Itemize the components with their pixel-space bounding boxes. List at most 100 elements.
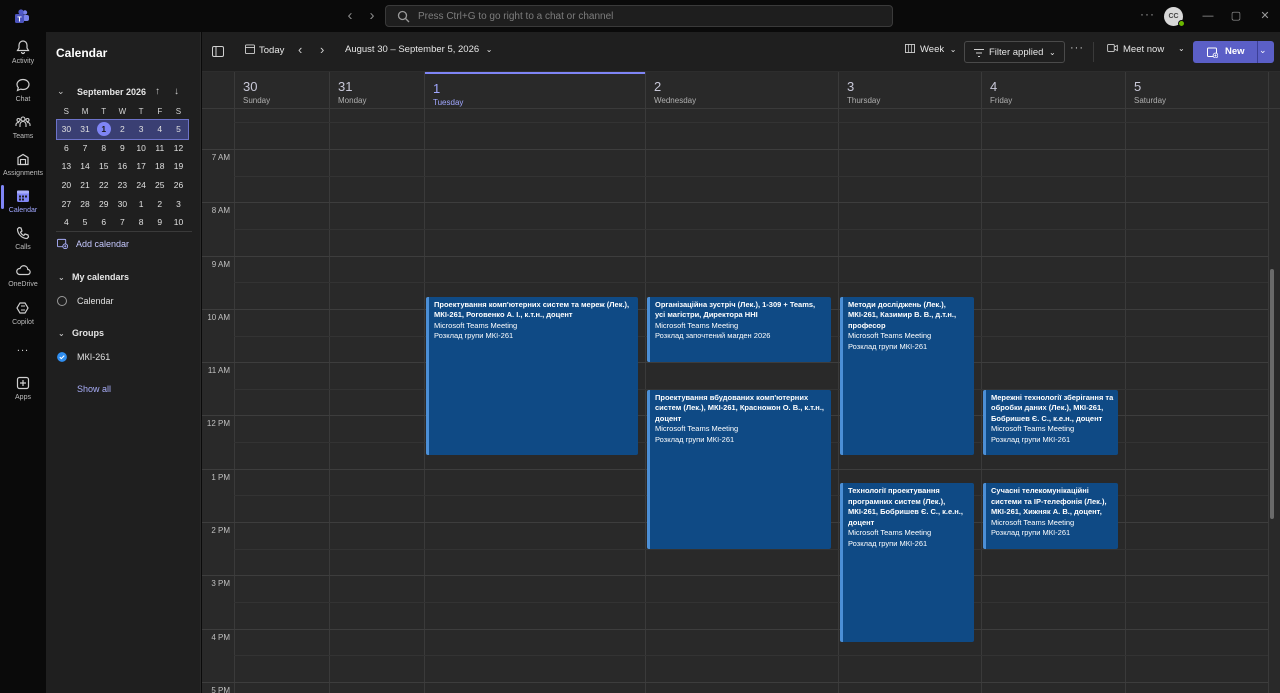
add-calendar-button[interactable]: Add calendar	[57, 238, 129, 250]
mini-day[interactable]: 27	[57, 195, 76, 214]
next-month-arrow-icon[interactable]: ↓	[174, 86, 179, 97]
mini-day[interactable]: 21	[76, 176, 95, 195]
mini-day[interactable]: 7	[76, 139, 95, 158]
mini-day[interactable]: 24	[132, 176, 151, 195]
mini-day[interactable]: 14	[76, 157, 95, 176]
date-range-picker[interactable]: August 30 – September 5, 2026 ⌄	[345, 44, 493, 55]
chevron-down-icon[interactable]: ⌄	[1259, 45, 1267, 56]
more-options-button[interactable]: ···	[1070, 42, 1084, 54]
mini-day[interactable]: 29	[94, 195, 113, 214]
groups-section[interactable]: ⌄ Groups	[58, 328, 104, 338]
mini-day[interactable]: 6	[57, 139, 76, 158]
rail-item-activity[interactable]: Activity	[0, 36, 46, 72]
collapse-chevron-icon[interactable]: ⌄	[57, 86, 65, 97]
forward-arrow-icon[interactable]: ›	[365, 7, 379, 25]
mini-day[interactable]: 19	[169, 157, 188, 176]
rail-item-apps[interactable]: Apps	[0, 372, 46, 408]
mini-day[interactable]: 23	[113, 176, 132, 195]
vertical-scrollbar[interactable]	[1270, 269, 1274, 519]
mini-day[interactable]: 1	[132, 195, 151, 214]
check-circle-icon[interactable]	[57, 352, 67, 362]
mini-day[interactable]: 18	[150, 157, 169, 176]
rail-item-copilot[interactable]: Copilot	[0, 297, 46, 333]
mini-day[interactable]: 13	[57, 157, 76, 176]
new-button-main[interactable]: New	[1193, 41, 1257, 63]
today-button[interactable]: Today	[245, 44, 284, 56]
mini-day[interactable]: 4	[150, 120, 169, 139]
next-week-arrow-icon[interactable]: ›	[320, 42, 324, 57]
view-switcher[interactable]: Week ⌄	[905, 44, 956, 55]
back-arrow-icon[interactable]: ‹	[343, 7, 357, 25]
meet-now-button[interactable]: Meet now	[1107, 44, 1164, 55]
mini-month-label[interactable]: September 2026	[77, 87, 146, 97]
close-icon[interactable]: ✕	[1257, 8, 1273, 24]
new-meeting-button[interactable]: New ⌄	[1193, 41, 1274, 63]
mini-day[interactable]: 17	[132, 157, 151, 176]
settings-more-icon[interactable]: ···	[1140, 7, 1155, 21]
show-all-link[interactable]: Show all	[77, 384, 111, 394]
calendar-item[interactable]: Calendar	[77, 296, 114, 306]
mini-day[interactable]: 12	[169, 139, 188, 158]
mini-day[interactable]: 10	[169, 213, 188, 232]
rail-item-calendar[interactable]: Calendar	[0, 185, 46, 221]
mini-day[interactable]: 3	[132, 120, 151, 139]
avatar[interactable]: CC	[1164, 7, 1185, 27]
mini-day[interactable]: 30	[57, 120, 76, 139]
mini-day[interactable]: 4	[57, 213, 76, 232]
calendar-event[interactable]: Проектування комп'ютерних систем та мере…	[426, 296, 638, 456]
mini-day[interactable]: 11	[150, 139, 169, 158]
calendar-event[interactable]: Мережні технології зберігання та обробки…	[983, 389, 1118, 456]
rail-item-onedrive[interactable]: OneDrive	[0, 259, 46, 295]
calendar-event[interactable]: Технології проектування програмних систе…	[840, 483, 974, 642]
maximize-icon[interactable]: ▢	[1228, 8, 1244, 24]
mini-day[interactable]: 6	[94, 213, 113, 232]
mini-day[interactable]: 16	[113, 157, 132, 176]
mini-day[interactable]: 10	[132, 139, 151, 158]
mini-day-today[interactable]: 1	[94, 120, 113, 139]
meet-now-dropdown-chevron-icon[interactable]: ⌄	[1178, 44, 1185, 53]
mini-day[interactable]: 5	[76, 213, 95, 232]
rail-item-calls[interactable]: Calls	[0, 222, 46, 258]
day-header[interactable]: 4 Friday	[981, 72, 1125, 109]
calendar-toggle-icon[interactable]	[57, 296, 67, 306]
rail-more-button[interactable]: ...	[0, 338, 46, 358]
rail-item-chat[interactable]: Chat	[0, 74, 46, 110]
minimize-icon[interactable]: —	[1200, 8, 1216, 24]
day-header[interactable]: 5 Saturday	[1125, 72, 1268, 109]
mini-day[interactable]: 20	[57, 176, 76, 195]
prev-week-arrow-icon[interactable]: ‹	[298, 42, 302, 57]
my-calendars-section[interactable]: ⌄ My calendars	[58, 272, 129, 282]
mini-day[interactable]: 22	[94, 176, 113, 195]
day-header-today[interactable]: 1 Tuesday	[424, 72, 645, 109]
filter-button[interactable]: Filter applied ⌄	[964, 41, 1065, 63]
mini-day[interactable]: 3	[169, 195, 188, 214]
search-input[interactable]	[418, 7, 878, 25]
mini-day[interactable]: 7	[113, 213, 132, 232]
day-header[interactable]: 2 Wednesday	[645, 72, 838, 109]
mini-day[interactable]: 9	[113, 139, 132, 158]
group-item[interactable]: МКІ-261	[77, 352, 110, 362]
mini-day[interactable]: 30	[113, 195, 132, 214]
mini-day[interactable]: 28	[76, 195, 95, 214]
prev-month-arrow-icon[interactable]: ↑	[155, 86, 160, 97]
mini-day[interactable]: 2	[150, 195, 169, 214]
calendar-event[interactable]: Організаційна зустріч (Лек.), 1-309 + Te…	[647, 296, 831, 363]
day-header[interactable]: 3 Thursday	[838, 72, 981, 109]
search-box[interactable]	[385, 5, 893, 27]
day-header[interactable]: 30 Sunday	[234, 72, 329, 109]
calendar-event[interactable]: Проектування вбудованих комп'ютерних сис…	[647, 389, 831, 549]
mini-day[interactable]: 5	[169, 120, 188, 139]
mini-day[interactable]: 15	[94, 157, 113, 176]
mini-day[interactable]: 25	[150, 176, 169, 195]
mini-day[interactable]: 26	[169, 176, 188, 195]
mini-day[interactable]: 8	[132, 213, 151, 232]
day-header[interactable]: 31 Monday	[329, 72, 424, 109]
mini-day[interactable]: 2	[113, 120, 132, 139]
mini-day[interactable]: 8	[94, 139, 113, 158]
calendar-event[interactable]: Методи досліджень (Лек.), МКІ-261, Казим…	[840, 296, 974, 456]
mini-day[interactable]: 9	[150, 213, 169, 232]
calendar-event[interactable]: Сучасні телекомунікаційні системи та IP-…	[983, 483, 1118, 549]
rail-item-assignments[interactable]: Assignments	[0, 148, 46, 184]
rail-item-teams[interactable]: Teams	[0, 111, 46, 147]
sidebar-toggle-icon[interactable]	[212, 46, 224, 57]
